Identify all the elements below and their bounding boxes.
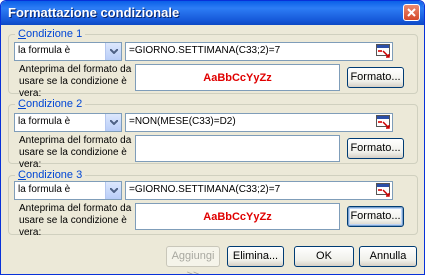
- condition-2-type-select[interactable]: la formula è: [14, 113, 122, 132]
- condition-3-group: Condizione 3 la formula è =GIORNO.SETTIM…: [8, 169, 418, 238]
- condition-1-heading: Condizione 1: [15, 28, 86, 40]
- condition-2-preview-label: Anteprima del formato da usare se la con…: [19, 135, 132, 170]
- range-select-icon: [376, 44, 390, 58]
- condition-2-preview-box: [135, 135, 340, 162]
- condition-2-formula-input[interactable]: =NON(MESE(C33)=D2): [125, 113, 393, 132]
- condition-3-type-value: la formula è: [18, 184, 71, 195]
- dropdown-button[interactable]: [105, 43, 121, 60]
- condition-3-preview-text: AaBbCcYyZz: [203, 211, 272, 223]
- condition-3-preview-label: Anteprima del formato da usare se la con…: [19, 203, 132, 238]
- cell-reference-picker-button[interactable]: [376, 44, 391, 59]
- condition-3-formula-value: =GIORNO.SETTIMANA(C33;2)=7: [129, 184, 281, 195]
- condition-3-preview-box: AaBbCcYyZz: [135, 203, 340, 230]
- condition-3-type-select[interactable]: la formula è: [14, 181, 122, 200]
- condition-1-type-select[interactable]: la formula è: [14, 42, 122, 61]
- condition-1-preview-text: AaBbCcYyZz: [203, 72, 272, 84]
- dropdown-button[interactable]: [105, 182, 121, 199]
- dropdown-button[interactable]: [105, 114, 121, 131]
- condition-2-type-value: la formula è: [18, 116, 71, 127]
- condition-2-group: Condizione 2 la formula è =NON(MESE(C33)…: [8, 98, 418, 170]
- close-button[interactable]: [403, 4, 420, 21]
- condition-1-type-value: la formula è: [18, 45, 71, 56]
- condition-1-preview-label: Anteprima del formato da usare se la con…: [19, 64, 132, 99]
- condition-1-formula-value: =GIORNO.SETTIMANA(C33;2)=7: [129, 45, 281, 56]
- close-icon: [407, 8, 416, 17]
- condition-1-preview-box: AaBbCcYyZz: [135, 64, 340, 91]
- condition-2-heading: Condizione 2: [15, 98, 86, 110]
- condition-3-heading: Condizione 3: [15, 169, 86, 181]
- cell-reference-picker-button[interactable]: [376, 183, 391, 198]
- cell-reference-picker-button[interactable]: [376, 115, 391, 130]
- chevron-down-icon: [110, 49, 118, 54]
- conditional-formatting-dialog: Formattazione condizionale Condizione 1 …: [0, 0, 425, 275]
- condition-3-formula-input[interactable]: =GIORNO.SETTIMANA(C33;2)=7: [125, 181, 393, 200]
- condition-1-group: Condizione 1 la formula è =GIORNO.SETTIM…: [8, 28, 418, 99]
- condition-1-format-button[interactable]: Formato...: [347, 67, 404, 88]
- condition-2-formula-value: =NON(MESE(C33)=D2): [129, 116, 236, 127]
- title-bar[interactable]: Formattazione condizionale: [1, 1, 424, 25]
- range-select-icon: [376, 115, 390, 129]
- condition-1-formula-input[interactable]: =GIORNO.SETTIMANA(C33;2)=7: [125, 42, 393, 61]
- dialog-title: Formattazione condizionale: [8, 5, 180, 20]
- condition-3-format-button[interactable]: Formato...: [347, 206, 404, 227]
- range-select-icon: [376, 183, 390, 197]
- ok-button[interactable]: OK: [294, 246, 354, 267]
- cancel-button[interactable]: Annulla: [359, 246, 417, 267]
- add-button[interactable]: Aggiungi >>: [166, 246, 220, 274]
- chevron-down-icon: [110, 188, 118, 193]
- chevron-down-icon: [110, 120, 118, 125]
- condition-2-format-button[interactable]: Formato...: [347, 138, 404, 159]
- delete-button[interactable]: Elimina...: [227, 246, 284, 267]
